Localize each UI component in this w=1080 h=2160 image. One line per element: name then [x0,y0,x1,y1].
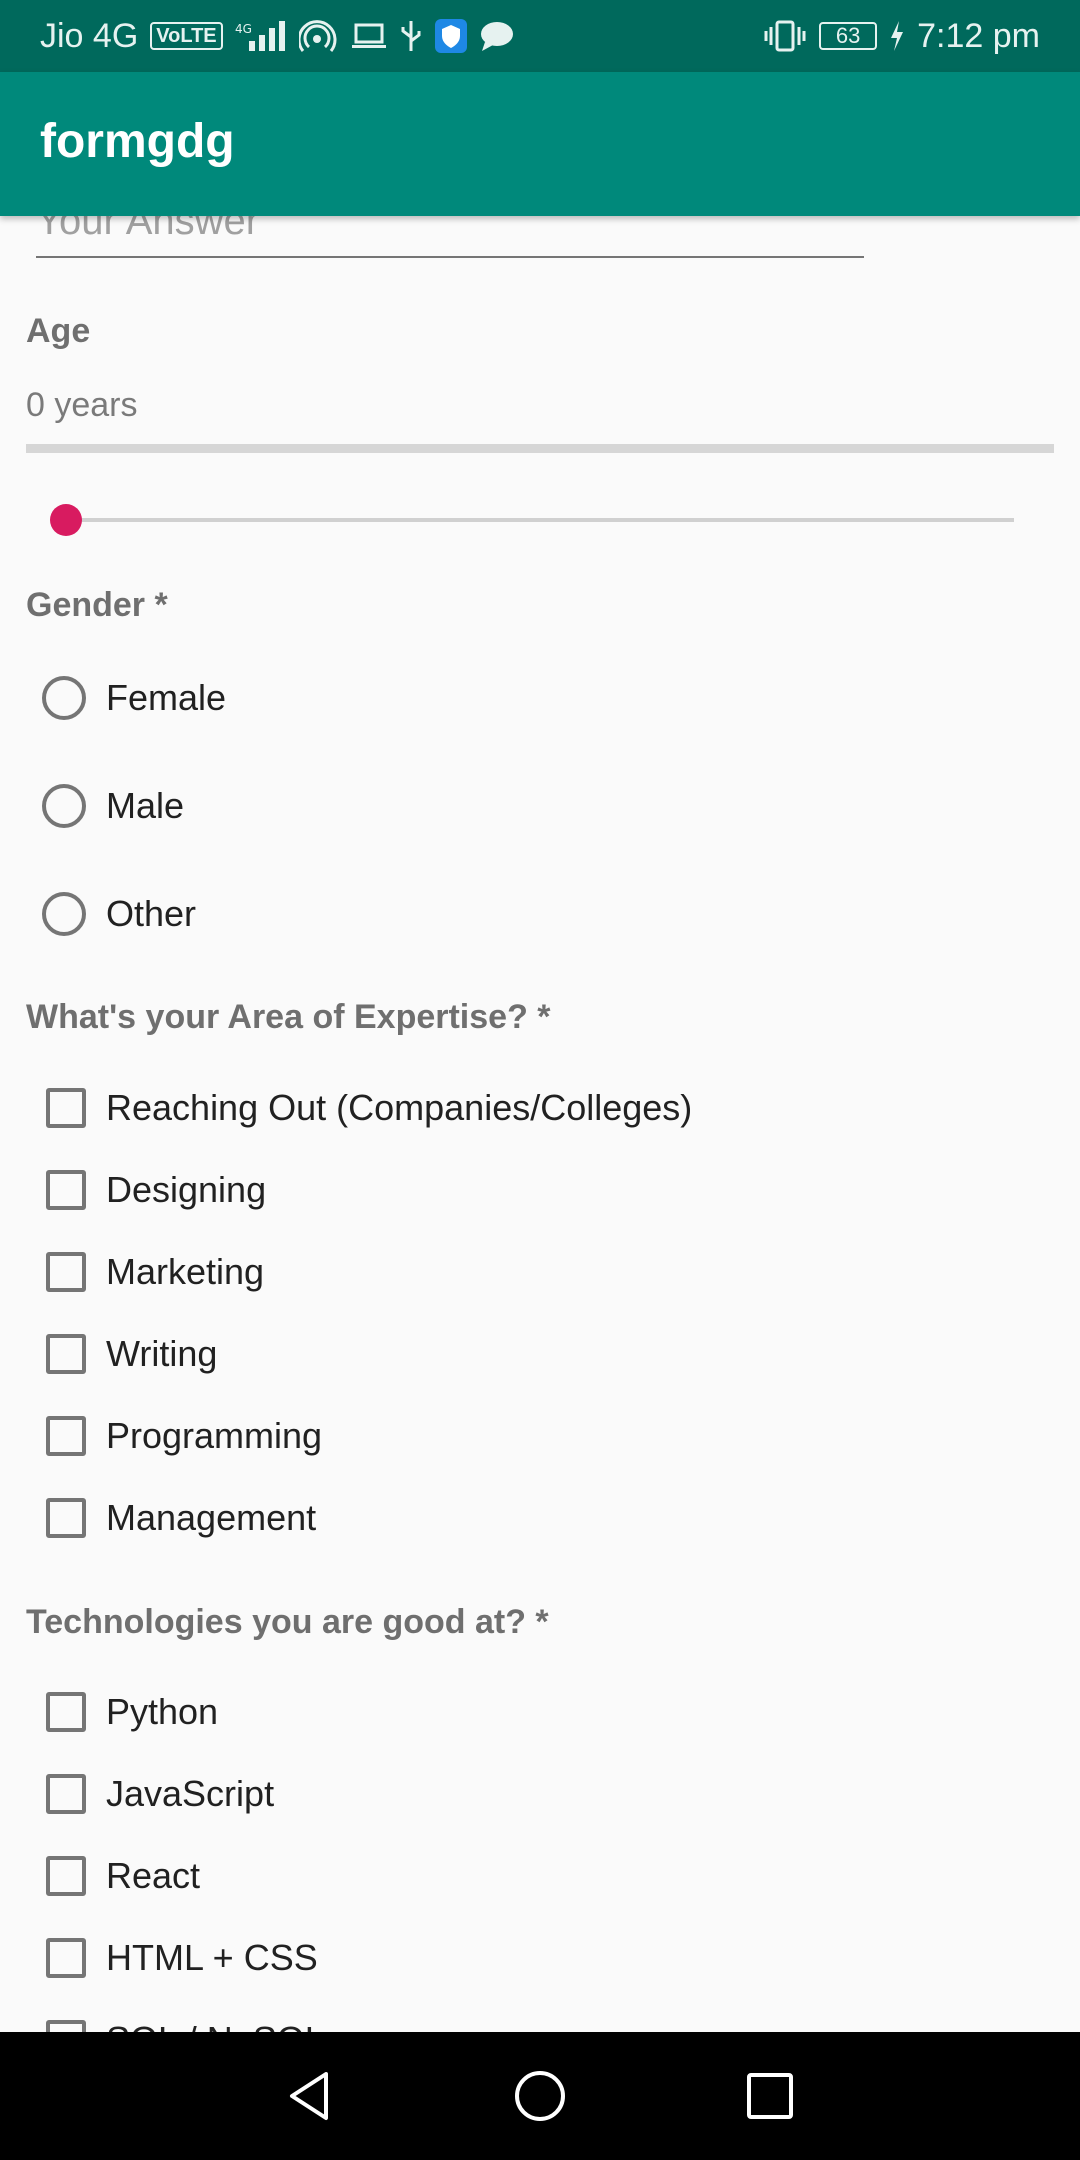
recents-button[interactable] [730,2056,810,2136]
home-button[interactable] [500,2056,580,2136]
checkbox[interactable] [46,1938,86,1978]
svg-text:4G: 4G [235,22,252,36]
checkbox[interactable] [46,1416,86,1456]
age-value: 0 years [26,386,138,424]
shield-icon [434,19,467,53]
radio-label: Female [106,677,227,718]
checkbox-option-javascript[interactable]: JavaScript [40,1764,274,1824]
checkbox-label: Marketing [106,1251,265,1292]
home-icon [515,2071,565,2121]
status-left: Jio 4G VoLTE 4G [40,17,515,56]
navigation-bar [0,2032,1080,2160]
checkbox[interactable] [46,1088,86,1128]
checkbox[interactable] [46,1252,86,1292]
message-icon [479,20,515,52]
app-bar: formgdg [0,72,1080,216]
checkbox[interactable] [46,1334,86,1374]
age-divider [26,444,1054,453]
checkbox-label: Management [106,1497,317,1538]
checkbox[interactable] [46,2020,86,2032]
checkbox-option-html-css[interactable]: HTML + CSS [40,1928,318,1988]
checkbox-label: Designing [106,1169,267,1210]
clock: 7:12 pm [917,16,1040,55]
answer-input[interactable] [36,216,864,258]
gender-label: Gender * [26,586,168,624]
checkbox-label: React [106,1855,201,1896]
checkbox-option-writing[interactable]: Writing [40,1324,217,1384]
checkbox-option-react[interactable]: React [40,1846,200,1906]
volte-badge: VoLTE [150,22,223,50]
checkbox[interactable] [46,1498,86,1538]
checkbox[interactable] [46,1692,86,1732]
checkbox-label: Reaching Out (Companies/Colleges) [106,1087,693,1128]
status-bar: Jio 4G VoLTE 4G 63 7:12 pm [0,0,1080,72]
battery-indicator: 63 [819,22,878,50]
radio-button[interactable] [42,892,86,936]
checkbox-option-python[interactable]: Python [40,1682,218,1742]
technologies-label: Technologies you are good at? * [26,1603,549,1641]
hotspot-icon [298,19,339,53]
recents-icon [747,2073,793,2119]
checkbox[interactable] [46,1856,86,1896]
charging-icon [889,21,905,51]
carrier-label: Jio 4G [40,16,139,55]
radio-option-other[interactable]: Other [40,884,196,944]
radio-label: Male [106,785,185,826]
usb-icon [399,19,423,53]
radio-button[interactable] [42,784,86,828]
radio-option-female[interactable]: Female [40,668,226,728]
app-title: formgdg [40,115,235,168]
checkbox-option-reaching-out[interactable]: Reaching Out (Companies/Colleges) [40,1078,692,1138]
slider-thumb[interactable] [50,504,82,536]
checkbox-label: SQL / NoSQL [106,2019,325,2032]
checkbox-label: HTML + CSS [106,1937,318,1978]
slider-track[interactable] [66,518,1014,522]
back-button[interactable] [270,2056,350,2136]
expertise-label: What's your Area of Expertise? * [26,998,551,1036]
checkbox-label: JavaScript [106,1773,275,1814]
checkbox-option-sql[interactable]: SQL / NoSQL [40,2010,325,2032]
checkbox-label: Writing [106,1333,218,1374]
back-icon [290,2072,328,2120]
checkbox[interactable] [46,1774,86,1814]
checkbox[interactable] [46,1170,86,1210]
radio-button[interactable] [42,676,86,720]
signal-icon: 4G [235,19,287,53]
checkbox-label: Python [106,1691,219,1732]
age-slider[interactable] [50,500,1014,540]
form-content[interactable]: Age 0 years Gender * Female Male Other W… [0,216,1080,2032]
status-right: 63 7:12 pm [763,17,1040,56]
checkbox-option-marketing[interactable]: Marketing [40,1242,264,1302]
checkbox-option-programming[interactable]: Programming [40,1406,322,1466]
radio-option-male[interactable]: Male [40,776,184,836]
radio-label: Other [106,893,197,934]
checkbox-label: Programming [106,1415,323,1456]
laptop-icon [351,21,387,51]
checkbox-option-management[interactable]: Management [40,1488,316,1548]
age-label: Age [26,312,91,350]
checkbox-option-designing[interactable]: Designing [40,1160,266,1220]
vibrate-icon [763,19,807,53]
